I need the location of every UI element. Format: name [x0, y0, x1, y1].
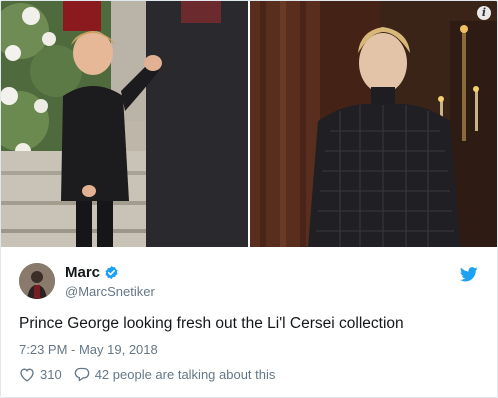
- conversation-count-text: 42 people are talking about this: [94, 367, 276, 382]
- tweet-text: Prince George looking fresh out the Li'l…: [19, 315, 404, 332]
- tweet-media: i: [1, 1, 497, 247]
- info-icon[interactable]: i: [477, 6, 491, 20]
- author-name-text: Marc: [65, 264, 101, 281]
- like-count: 310: [40, 367, 62, 382]
- photo-left[interactable]: [1, 1, 248, 247]
- avatar-image: [19, 263, 55, 299]
- woman-in-black-dress-image: [250, 1, 497, 247]
- speech-bubble-icon: [74, 367, 90, 382]
- heart-icon: [20, 368, 34, 382]
- boy-in-black-coat-image: [1, 1, 248, 247]
- author-name[interactable]: Marc: [65, 264, 119, 281]
- embedded-tweet-card: i Marc @MarcSnetiker Prince George looki…: [0, 0, 498, 398]
- conversation-link[interactable]: 42 people are talking about this: [74, 367, 276, 382]
- like-button[interactable]: 310: [19, 367, 62, 382]
- twitter-bird-icon[interactable]: [459, 267, 478, 282]
- verified-badge-icon: [104, 265, 119, 280]
- tweet-timestamp[interactable]: 7:23 PM - May 19, 2018: [19, 342, 158, 357]
- photo-right[interactable]: i: [250, 1, 497, 247]
- avatar[interactable]: [19, 263, 55, 299]
- tweet-actions: 310 42 people are talking about this: [19, 367, 287, 382]
- author-handle[interactable]: @MarcSnetiker: [65, 284, 155, 299]
